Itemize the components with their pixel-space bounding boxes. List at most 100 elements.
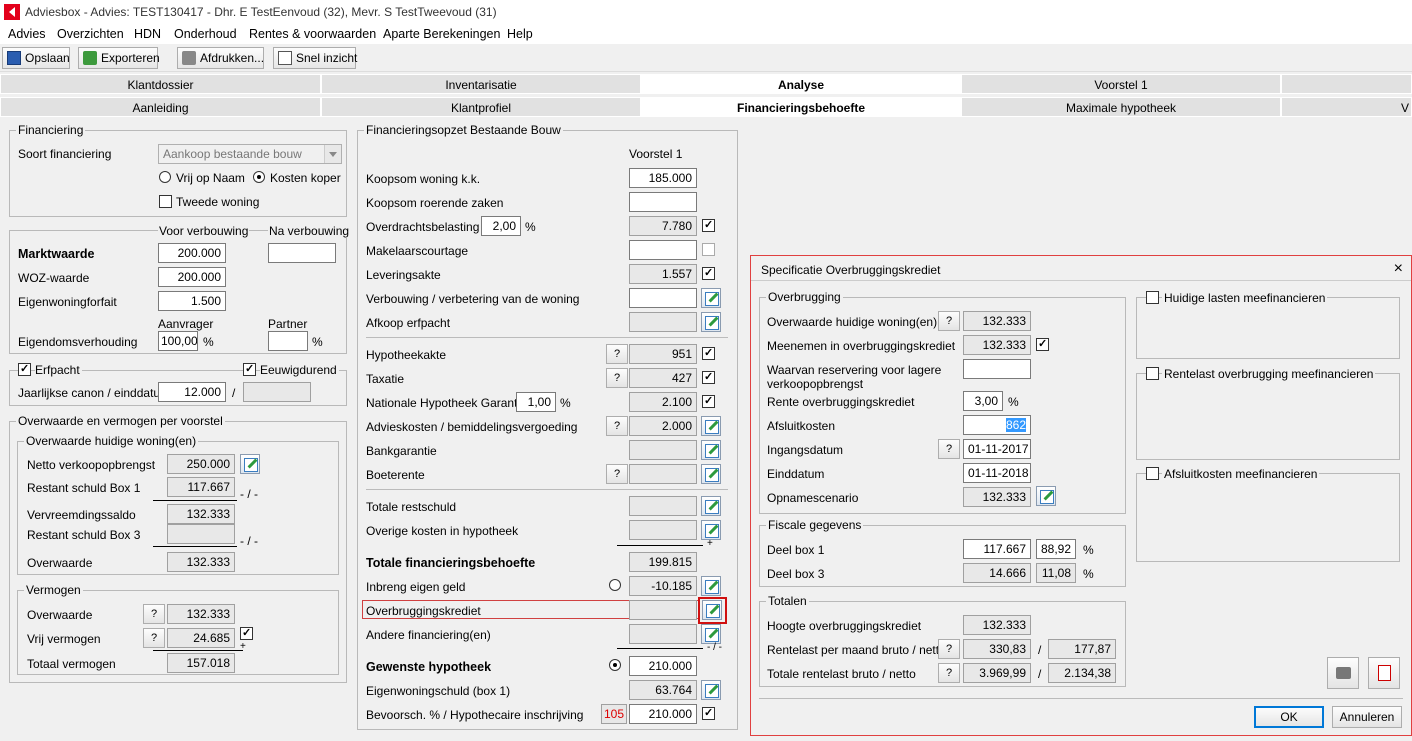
scenario-edit-icon[interactable] [1036,486,1056,506]
leveringsakte-checkbox[interactable] [702,267,715,280]
edit-icon[interactable] [701,624,721,644]
menu-aparte-berekeningen[interactable]: Aparte Berekeningen [383,27,500,41]
plus-label: + [240,641,246,652]
vrij-vermogen-checkbox[interactable] [240,627,253,640]
nhg-checkbox[interactable] [702,395,715,408]
edit-icon[interactable] [701,440,721,460]
eigenwoningforfait-input[interactable]: 1.500 [158,291,226,311]
tab-maximale-hypotheek[interactable]: Maximale hypotheek [961,97,1281,117]
overdracht-checkbox[interactable] [702,219,715,232]
ok-button[interactable]: OK [1254,706,1324,728]
taxatie-checkbox[interactable] [702,371,715,384]
print-button[interactable]: Afdrukken... [177,47,264,69]
edit-icon[interactable] [702,600,722,620]
huidige-lasten-group [1136,297,1400,359]
edit-icon[interactable] [701,680,721,700]
huidige-lasten-checkbox[interactable] [1146,291,1159,304]
tab-voorstel-1[interactable]: Voorstel 1 [961,74,1281,94]
tab-more[interactable] [1281,74,1412,94]
deel-box1-input[interactable]: 117.667 [963,539,1031,559]
erfpacht-checkbox[interactable] [18,363,31,376]
menu-rentes[interactable]: Rentes & voorwaarden [249,27,376,41]
edit-icon[interactable] [701,416,721,436]
help-button[interactable]: ? [938,439,960,459]
edit-icon[interactable] [701,576,721,596]
restschuld-label: Totale restschuld [366,500,457,514]
tab-inventarisatie[interactable]: Inventarisatie [321,74,641,94]
vervreemding-label: Vervreemdingssaldo [27,508,136,522]
help-button[interactable]: ? [143,604,165,624]
quick-insight-button[interactable]: Snel inzicht [273,47,357,69]
inschrijving-checkbox[interactable] [702,707,715,720]
edit-icon[interactable] [701,520,721,540]
vrij-op-naam-radio[interactable] [159,171,171,183]
tab-klantdossier[interactable]: Klantdossier [0,74,321,94]
menu-advies[interactable]: Advies [8,27,46,41]
afsluitkosten-input[interactable]: 862 [963,415,1031,435]
gewenste-radio[interactable] [609,659,621,671]
marktwaarde-voor-input[interactable]: 200.000 [158,243,226,263]
nhg-pct-input[interactable]: 1,00 [516,392,556,412]
export-button[interactable]: Exporteren [78,47,160,69]
reservering-input[interactable] [963,359,1031,379]
help-button[interactable]: ? [938,663,960,683]
divider [759,698,1403,699]
deel-box1-pct-input[interactable]: 88,92 [1036,539,1076,559]
makelaarscourtage-input[interactable] [629,240,697,260]
eigendom-partner-input[interactable] [268,331,308,351]
canon-input[interactable]: 12.000 [158,382,226,402]
verbouwing-input[interactable] [629,288,697,308]
kosten-koper-radio[interactable] [253,171,265,183]
edit-icon[interactable] [701,464,721,484]
ingangsdatum-input[interactable]: 01-11-2017 [963,439,1031,459]
cancel-button[interactable]: Annuleren [1332,706,1402,728]
tab-klantprofiel[interactable]: Klantprofiel [321,97,641,117]
makelaarscourtage-checkbox[interactable] [702,243,715,256]
tab-v[interactable]: V [1281,97,1412,117]
help-button[interactable]: ? [606,464,628,484]
afsluitkosten-mee-checkbox[interactable] [1146,467,1159,480]
soort-financiering-label: Soort financiering [18,147,112,161]
tab-analyse[interactable]: Analyse [641,74,961,94]
close-icon[interactable]: × [1394,260,1403,278]
menu-onderhoud[interactable]: Onderhoud [174,27,237,41]
help-button[interactable]: ? [606,344,628,364]
pdf-button[interactable] [1368,657,1400,689]
menu-overzichten[interactable]: Overzichten [57,27,124,41]
help-button[interactable]: ? [143,628,165,648]
pct-label: % [1083,567,1094,581]
tab-aanleiding[interactable]: Aanleiding [0,97,321,117]
roerende-zaken-input[interactable] [629,192,697,212]
tab-financieringsbehoefte[interactable]: Financieringsbehoefte [641,97,961,117]
help-button[interactable]: ? [938,639,960,659]
rente-overbrugging-input[interactable]: 3,00 [963,391,1003,411]
eigendom-aanvrager-input[interactable]: 100,00 [158,331,198,351]
marktwaarde-na-input[interactable] [268,243,336,263]
overwaarde-input: 132.333 [167,552,235,572]
help-button[interactable]: ? [606,368,628,388]
hypothecaire-inschrijving-input[interactable]: 210.000 [629,704,697,724]
edit-icon[interactable] [701,496,721,516]
menu-hdn[interactable]: HDN [134,27,161,41]
hypotheekakte-checkbox[interactable] [702,347,715,360]
gewenste-hypotheek-input[interactable]: 210.000 [629,656,697,676]
slash-label: / [1038,667,1042,681]
save-button[interactable]: Opslaan [2,47,70,69]
edit-icon[interactable] [701,288,721,308]
help-button[interactable]: ? [606,416,628,436]
print-button[interactable] [1327,657,1359,689]
meenemen-checkbox[interactable] [1036,338,1049,351]
overdracht-pct-input[interactable]: 2,00 [481,216,521,236]
tweede-woning-checkbox[interactable] [159,195,172,208]
inbreng-radio[interactable] [609,579,621,591]
koopsom-input[interactable]: 185.000 [629,168,697,188]
help-button[interactable]: ? [938,311,960,331]
einddatum-input[interactable]: 01-11-2018 [963,463,1031,483]
menu-help[interactable]: Help [507,27,533,41]
eeuwigdurend-checkbox[interactable] [243,363,256,376]
edit-icon[interactable] [701,312,721,332]
woz-input[interactable]: 200.000 [158,267,226,287]
soort-financiering-select[interactable]: Aankoop bestaande bouw [158,144,342,164]
rentelast-mee-checkbox[interactable] [1146,367,1159,380]
edit-icon[interactable] [240,454,260,474]
